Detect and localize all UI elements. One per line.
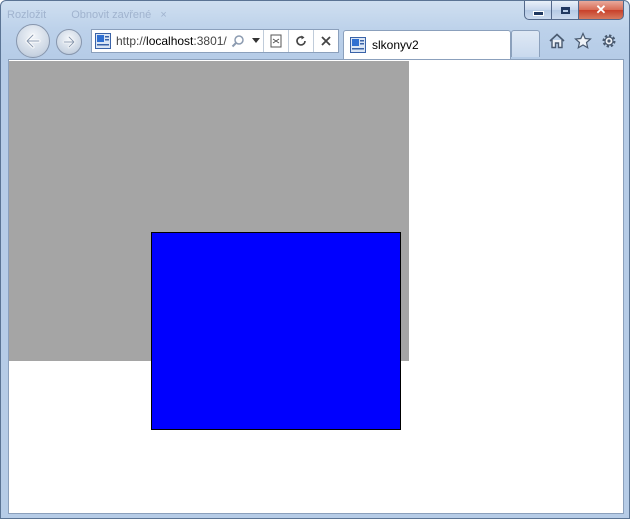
close-icon: ✕ [595,2,607,17]
page-content [8,59,624,514]
new-tab-button[interactable] [511,30,540,57]
chevron-down-icon [252,38,260,43]
stop-button[interactable] [313,30,338,52]
url-text[interactable]: http://localhost:3801/ [116,34,227,48]
faded-tab-close: × [160,9,167,21]
gear-icon [602,34,616,48]
tab-favicon-icon [350,37,366,53]
minimize-icon [532,10,544,16]
refresh-button[interactable] [288,30,313,52]
forward-button[interactable] [56,29,82,55]
favorites-button[interactable] [573,31,593,51]
tools-button[interactable] [599,31,619,51]
star-icon [574,32,592,50]
address-dropdown-button[interactable] [249,30,263,52]
page-favicon [95,33,111,49]
faded-tab-strip: Rozložit Obnovit zavřené × [7,9,167,21]
compatibility-view-icon [270,34,282,48]
blue-rectangle [151,232,401,430]
home-icon [549,33,565,49]
stop-icon [321,36,331,46]
browser-window: Rozložit Obnovit zavřené × ✕ http://loca… [0,0,630,519]
window-controls: ✕ [524,1,624,21]
close-button[interactable]: ✕ [578,1,624,20]
back-button[interactable] [16,24,50,58]
back-arrow-icon [25,33,41,49]
tab-title: slkonyv2 [372,38,419,52]
tab-active[interactable]: slkonyv2 [343,30,511,59]
faded-tab-label: Rozložit [7,9,47,21]
search-icon [231,35,244,48]
minimize-button[interactable] [524,1,551,20]
maximize-icon [560,6,570,14]
home-button[interactable] [547,31,567,51]
command-icons [547,31,619,51]
search-button[interactable] [227,30,249,52]
forward-arrow-icon [62,35,76,49]
address-bar[interactable]: http://localhost:3801/ [91,29,339,53]
maximize-button[interactable] [551,1,578,20]
faded-tab-label: Obnovit zavřené [71,9,152,21]
refresh-icon [296,35,306,46]
compatibility-view-button[interactable] [263,30,288,52]
